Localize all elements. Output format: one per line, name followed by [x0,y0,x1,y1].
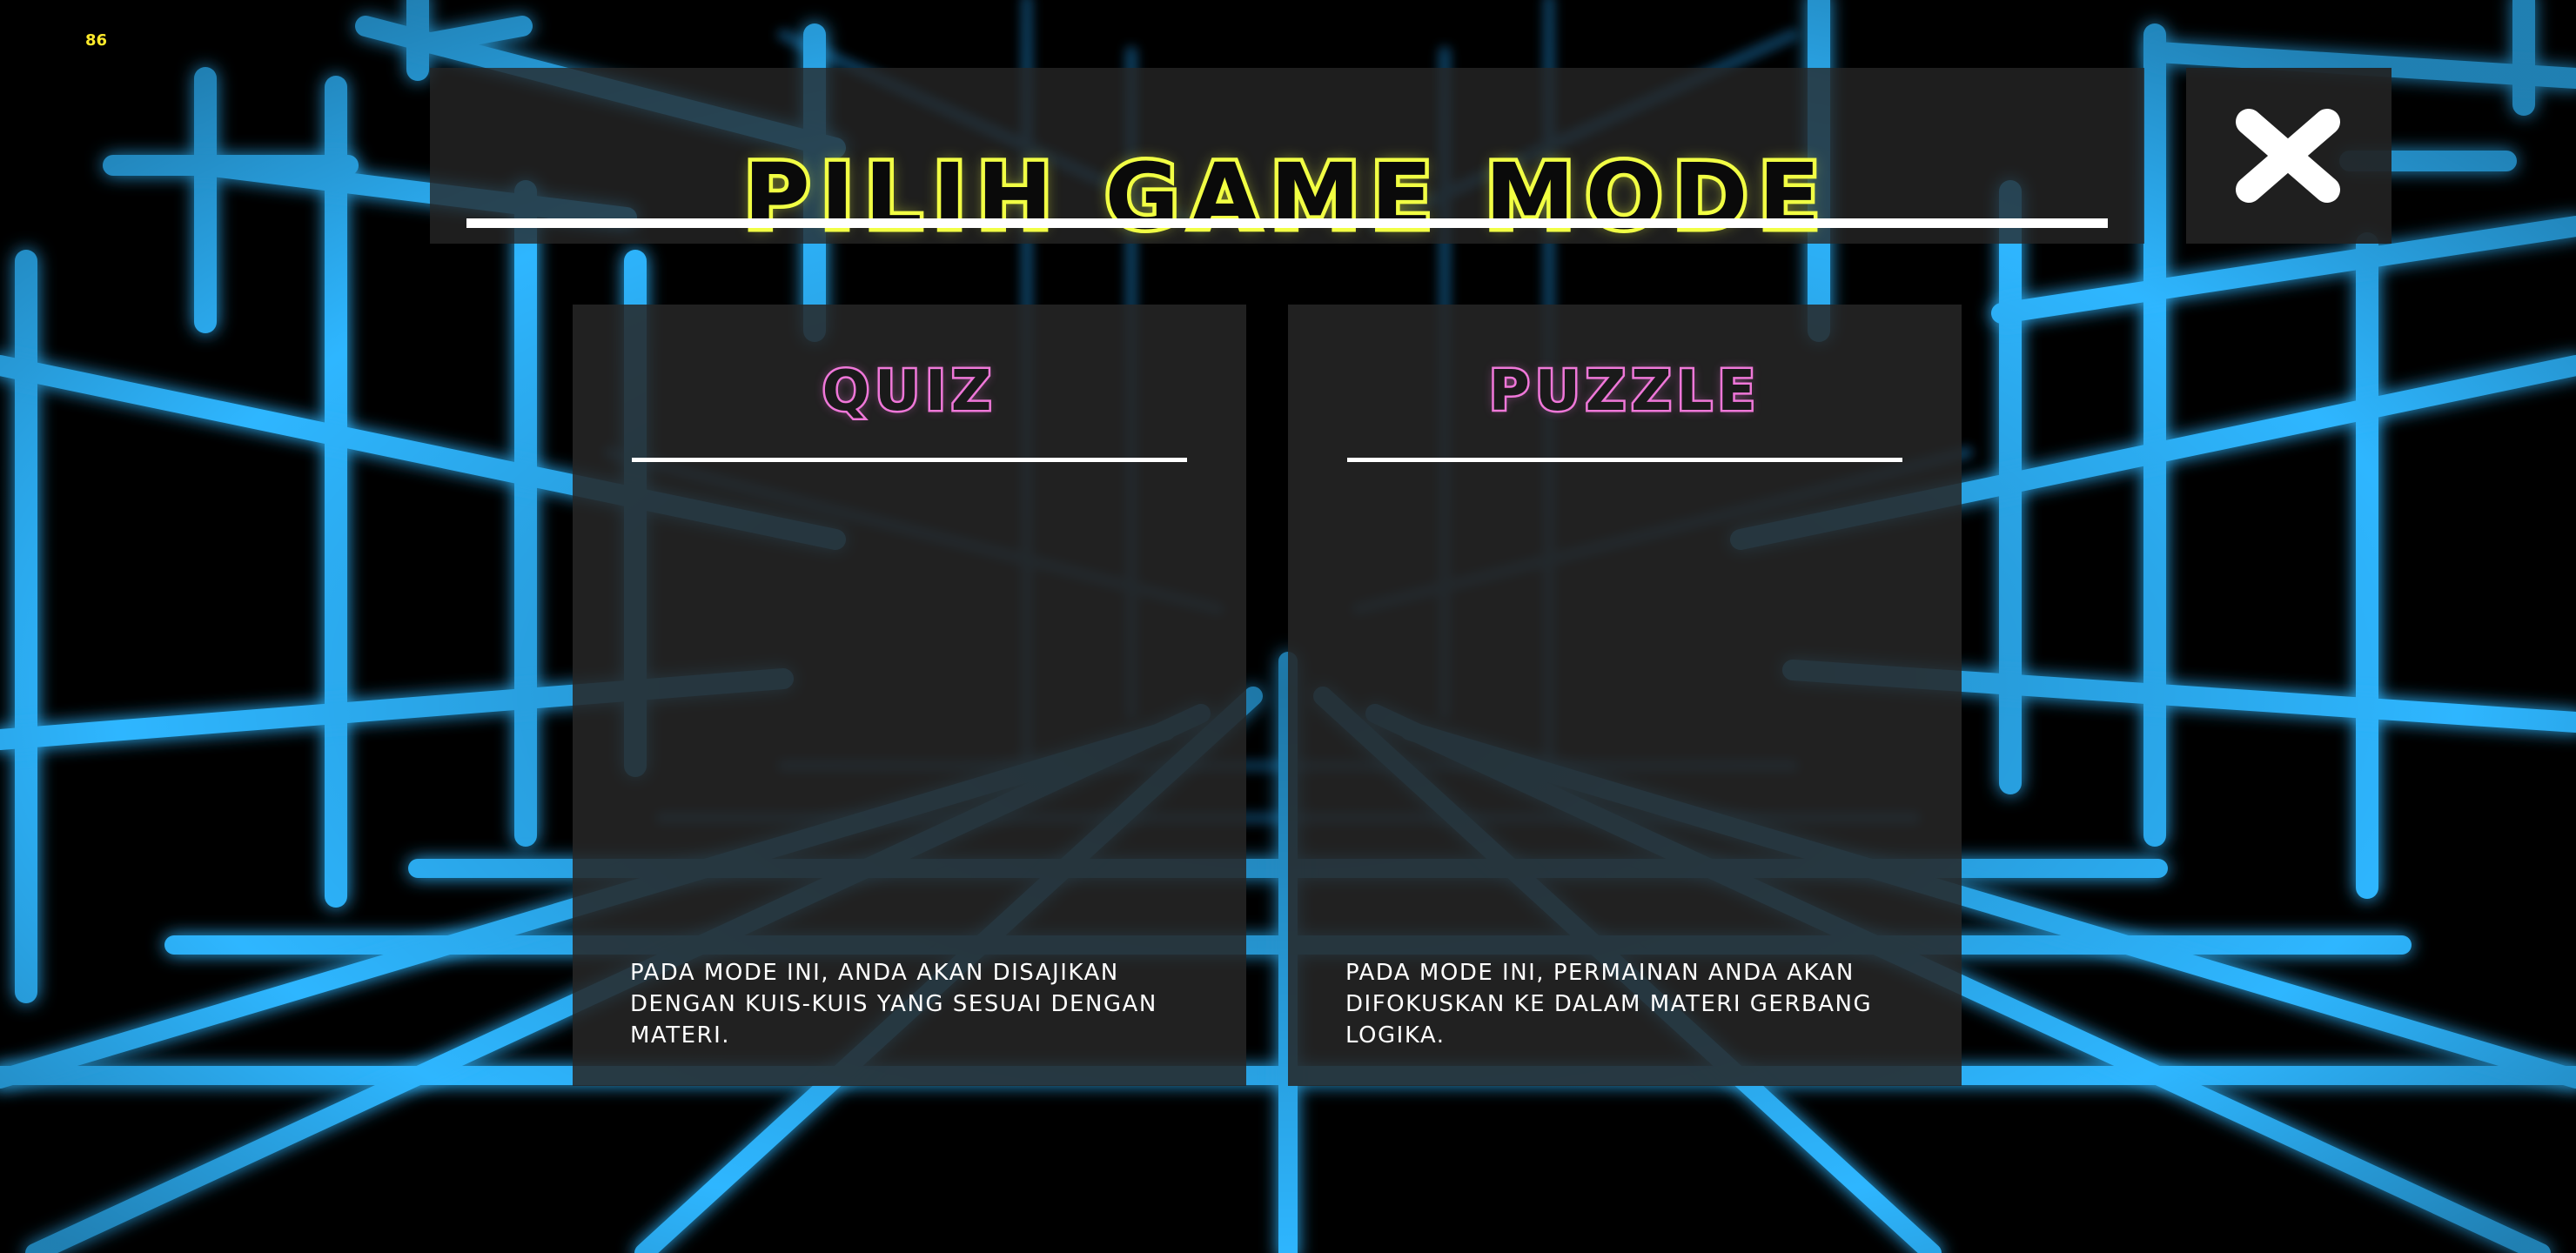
puzzle-mode-description: PADA MODE INI, PERMAINAN ANDA AKAN DIFOK… [1345,960,1873,1049]
quiz-mode-description: PADA MODE INI, ANDA AKAN DISAJIKAN DENGA… [630,960,1157,1049]
page-title: PILIH GAME MODE [740,144,1831,250]
fps-counter: 86 [85,31,108,50]
puzzle-title-divider [1347,458,1902,462]
title-divider [466,218,2108,228]
close-button[interactable] [2186,68,2392,244]
puzzle-mode-title: PUZZLE [1486,359,1761,424]
quiz-mode-title: QUIZ [820,359,997,424]
game-screen: 86 PILIH GAME MODE QUIZ PADA MODE INI, A… [0,0,2576,1253]
header-panel: PILIH GAME MODE [430,68,2144,250]
close-x-icon [2236,109,2340,203]
puzzle-mode-card[interactable]: PUZZLE PADA MODE INI, PERMAINAN ANDA AKA… [1288,305,1962,1086]
quiz-mode-card[interactable]: QUIZ PADA MODE INI, ANDA AKAN DISAJIKAN … [573,305,1246,1086]
quiz-title-divider [632,458,1187,462]
